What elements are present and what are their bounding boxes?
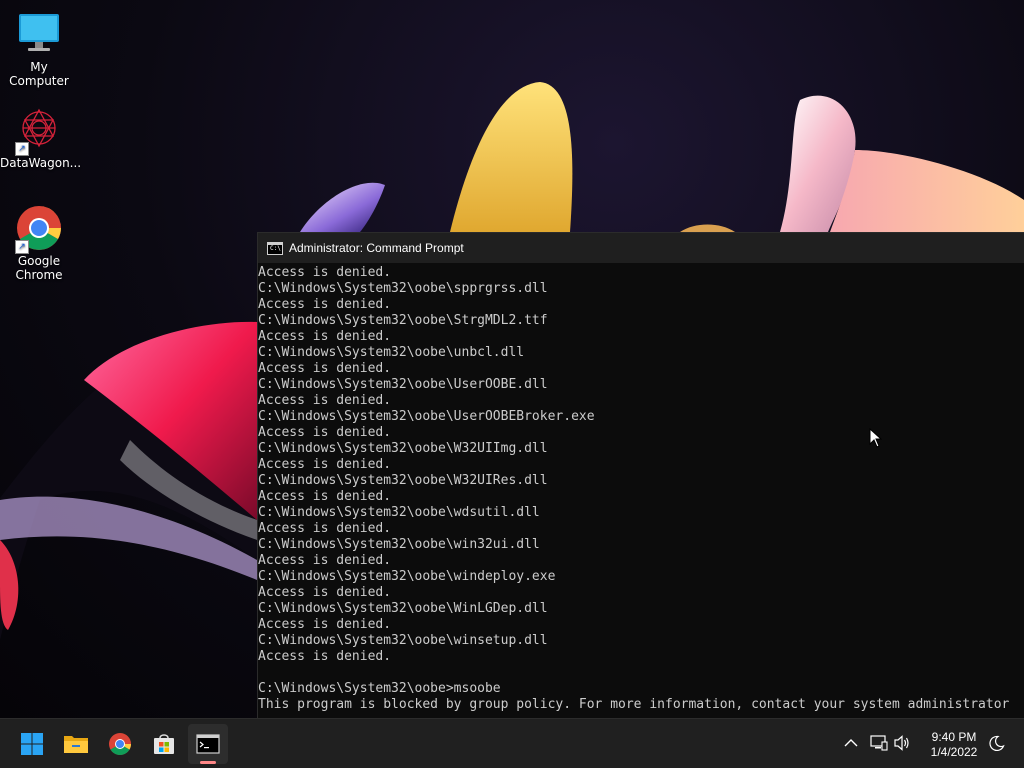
desktop-icon-label: Google Chrome xyxy=(15,254,63,282)
console-line: C:\Windows\System32\oobe>msoobe xyxy=(258,681,501,696)
console-line: C:\Windows\System32\oobe\StrgMDL2.ttf xyxy=(258,313,548,328)
file-explorer-button[interactable] xyxy=(56,724,96,764)
computer-icon xyxy=(15,10,63,58)
desktop-icon-label: My Computer xyxy=(9,60,69,88)
console-line: Access is denied. xyxy=(258,297,392,312)
volume-icon xyxy=(894,735,909,751)
volume-button[interactable] xyxy=(890,731,914,755)
window-titlebar[interactable]: C:\ Administrator: Command Prompt xyxy=(258,233,1024,263)
folder-icon xyxy=(64,736,88,753)
console-line: This program is blocked by group policy.… xyxy=(258,697,1010,712)
store-button[interactable] xyxy=(144,724,184,764)
shortcut-arrow-icon: ↗ xyxy=(15,142,29,156)
network-button[interactable] xyxy=(867,731,891,755)
focus-assist-icon xyxy=(989,735,1005,751)
console-line: Access is denied. xyxy=(258,393,392,408)
clock-date: 1/4/2022 xyxy=(930,745,978,759)
console-line: C:\Windows\System32\oobe\spprgrss.dll xyxy=(258,281,548,296)
console-line: Access is denied. xyxy=(258,617,392,632)
console-line: C:\Windows\System32\oobe\W32UIImg.dll xyxy=(258,441,548,456)
mouse-cursor-icon xyxy=(869,428,883,448)
console-line: Access is denied. xyxy=(258,361,392,376)
start-button[interactable] xyxy=(12,724,52,764)
store-icon xyxy=(154,734,174,754)
console-line: Access is denied. xyxy=(258,585,392,600)
clock-time: 9:40 PM xyxy=(931,730,977,744)
terminal-icon xyxy=(196,734,220,754)
windows-logo-icon xyxy=(21,733,43,755)
command-prompt-window[interactable]: C:\ Administrator: Command Prompt Access… xyxy=(257,232,1024,718)
datawagon-icon: ↗ xyxy=(15,106,63,156)
console-line: Access is denied. xyxy=(258,329,392,344)
shortcut-arrow-icon: ↗ xyxy=(15,240,29,254)
desktop-icon-label: DataWagon... xyxy=(0,156,82,170)
console-line: C:\Windows\System32\oobe\WinLGDep.dll xyxy=(258,601,548,616)
desktop-icon-my-computer[interactable]: My Computer xyxy=(0,10,78,88)
console-line: Access is denied. xyxy=(258,425,392,440)
console-line: C:\Windows\System32\oobe\UserOOBE.dll xyxy=(258,377,548,392)
console-line: Access is denied. xyxy=(258,489,392,504)
console-output[interactable]: Access is denied. C:\Windows\System32\oob… xyxy=(258,263,1024,715)
desktop-icon-google-chrome[interactable]: ↗ Google Chrome xyxy=(0,204,78,282)
chevron-up-icon xyxy=(844,739,858,747)
console-line: Access is denied. xyxy=(258,649,392,664)
active-indicator xyxy=(200,761,216,764)
console-line: C:\Windows\System32\oobe\unbcl.dll xyxy=(258,345,525,360)
network-icon xyxy=(870,735,888,751)
chrome-icon: ↗ xyxy=(15,204,63,254)
console-line: C:\Windows\System32\oobe\W32UIRes.dll xyxy=(258,473,548,488)
console-line: C:\Windows\System32\oobe\winsetup.dll xyxy=(258,633,548,648)
window-title: Administrator: Command Prompt xyxy=(289,241,464,255)
taskbar-clock[interactable]: 9:40 PM 1/4/2022 xyxy=(922,730,986,760)
console-line: C:\Windows\System32\oobe\windeploy.exe xyxy=(258,569,556,584)
chrome-icon xyxy=(109,733,131,755)
command-prompt-button[interactable] xyxy=(188,724,228,764)
taskbar: 9:40 PM 1/4/2022 xyxy=(0,718,1024,768)
console-line: Access is denied. xyxy=(258,265,392,280)
focus-assist-button[interactable] xyxy=(985,731,1009,755)
console-line: C:\Windows\System32\oobe\win32ui.dll xyxy=(258,537,540,552)
console-line: Access is denied. xyxy=(258,553,392,568)
console-line: Access is denied. xyxy=(258,457,392,472)
desktop-icon-datawagon[interactable]: ↗ DataWagon... xyxy=(0,106,82,170)
desktop: My Computer ↗ DataWagon... ↗ Google Chro… xyxy=(0,0,1024,718)
console-line: Access is denied. xyxy=(258,521,392,536)
show-hidden-icons-button[interactable] xyxy=(839,731,863,755)
terminal-icon: C:\ xyxy=(267,241,283,255)
console-line: C:\Windows\System32\oobe\wdsutil.dll xyxy=(258,505,540,520)
chrome-button[interactable] xyxy=(100,724,140,764)
console-line: C:\Windows\System32\oobe\UserOOBEBroker.… xyxy=(258,409,595,424)
